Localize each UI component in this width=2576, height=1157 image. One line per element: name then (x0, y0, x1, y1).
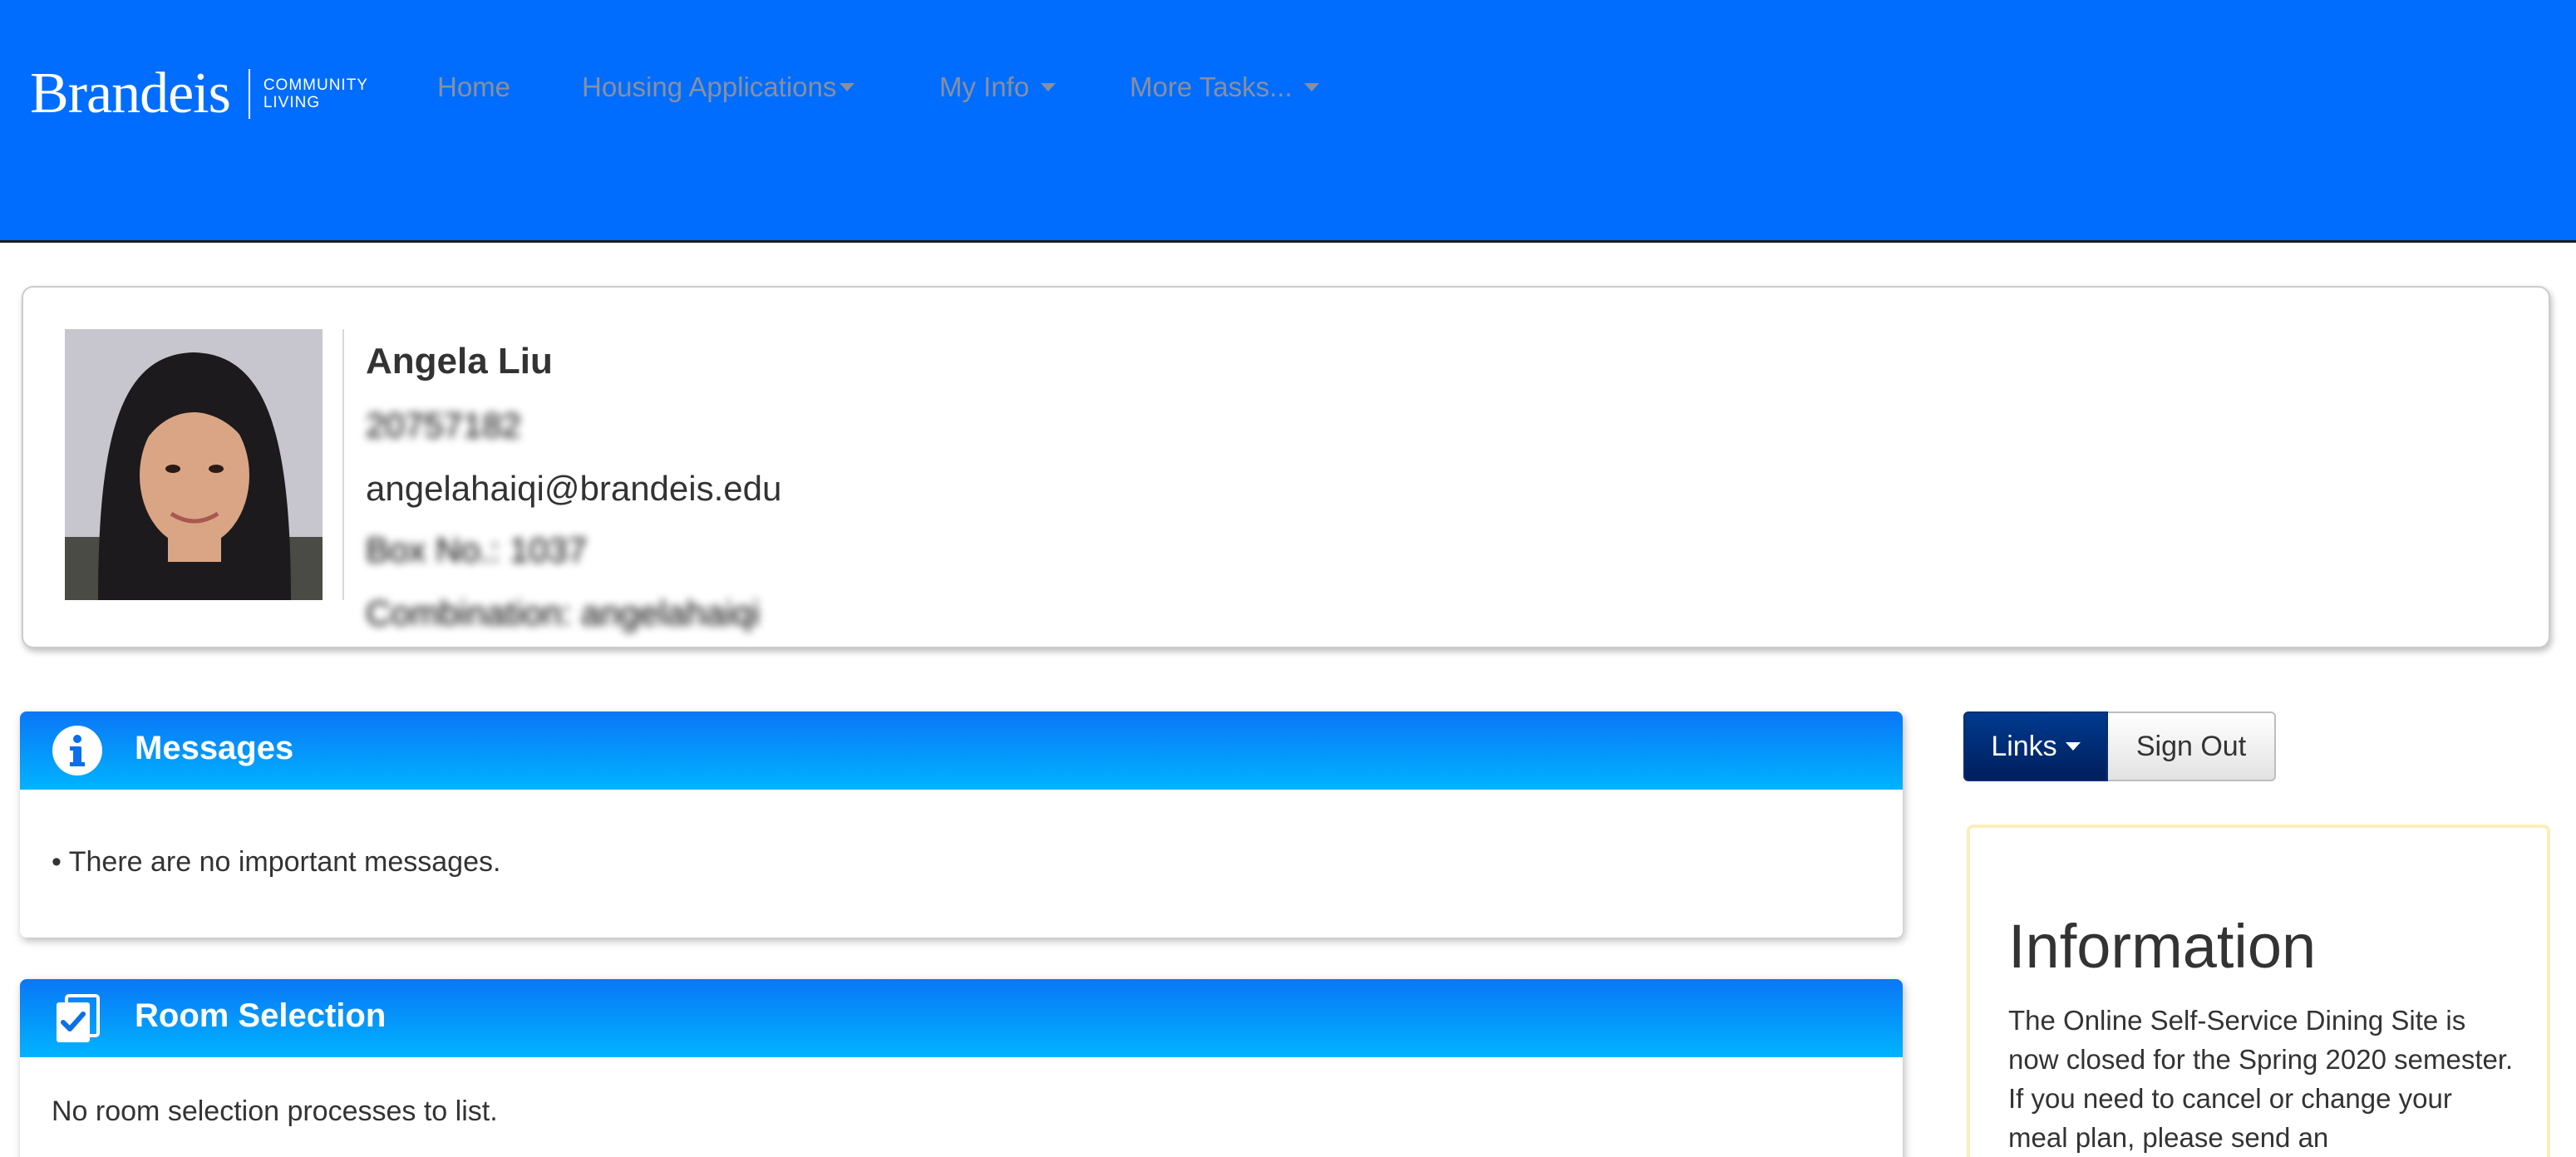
room-selection-title: Room Selection (135, 997, 387, 1034)
nav-my-info[interactable]: My Info (939, 68, 1057, 106)
profile-divider (342, 329, 344, 600)
profile-box-number: Box No.: 1037 (366, 530, 588, 569)
room-selection-body: No room selection processes to list. (52, 1095, 498, 1127)
information-text: The Online Self-Service Dining Site is n… (2008, 1005, 2514, 1153)
profile-name: Angela Liu (366, 341, 553, 382)
chevron-down-icon (1303, 83, 1319, 91)
profile-student-id: 20757182 (366, 406, 521, 445)
chevron-down-icon (2065, 742, 2081, 751)
messages-body: • There are no important messages. (52, 846, 501, 878)
brand-logo[interactable]: Brandeis COMMUNITY LIVING (30, 65, 368, 123)
profile-card: Angela Liu 20757182 angelahaiqi@brandeis… (22, 286, 2550, 648)
nav-my-info-label: My Info (939, 71, 1030, 102)
sign-out-label: Sign Out (2135, 730, 2247, 762)
room-selection-panel: Room Selection No room selection process… (20, 979, 1903, 1157)
chevron-down-icon (840, 83, 855, 91)
brand-wordmark: Brandeis (30, 62, 231, 126)
messages-panel: Messages • There are no important messag… (20, 711, 1903, 938)
profile-photo (65, 329, 323, 600)
information-title: Information (2008, 912, 2317, 981)
profile-email: angelahaiqi@brandeis.edu (366, 469, 782, 508)
nav-housing-applications-label: Housing Applications (582, 71, 837, 102)
top-navbar: Brandeis COMMUNITY LIVING Home Housing A… (0, 0, 2576, 243)
room-selection-panel-header: Room Selection (20, 979, 1903, 1057)
profile-combination: Combination: angelahaiqi (366, 593, 760, 633)
brand-subtitle: COMMUNITY LIVING (264, 76, 368, 111)
profile-photo-image (65, 329, 323, 600)
nav-home-label: Home (437, 71, 511, 102)
messages-title: Messages (135, 730, 294, 766)
sign-out-button[interactable]: Sign Out (2108, 711, 2276, 781)
chevron-down-icon (1041, 83, 1057, 91)
nav-more-tasks-label: More Tasks... (1130, 71, 1293, 102)
action-button-group: Links Sign Out (1963, 711, 2276, 781)
messages-panel-header: Messages (20, 711, 1903, 790)
nav-more-tasks[interactable]: More Tasks... (1130, 68, 1319, 106)
info-circle-icon (52, 726, 102, 775)
nav-home[interactable]: Home (437, 68, 510, 106)
brand-subtitle-line1: COMMUNITY (263, 76, 368, 94)
brand-divider (248, 69, 250, 119)
links-dropdown-button[interactable]: Links (1963, 711, 2108, 781)
information-box: Information The Online Self-Service Dini… (1967, 825, 2550, 1157)
brand-subtitle-line2: LIVING (263, 94, 321, 111)
links-button-label: Links (1991, 730, 2057, 762)
nav-housing-applications[interactable]: Housing Applications (582, 68, 855, 106)
checklist-icon (57, 994, 100, 1042)
